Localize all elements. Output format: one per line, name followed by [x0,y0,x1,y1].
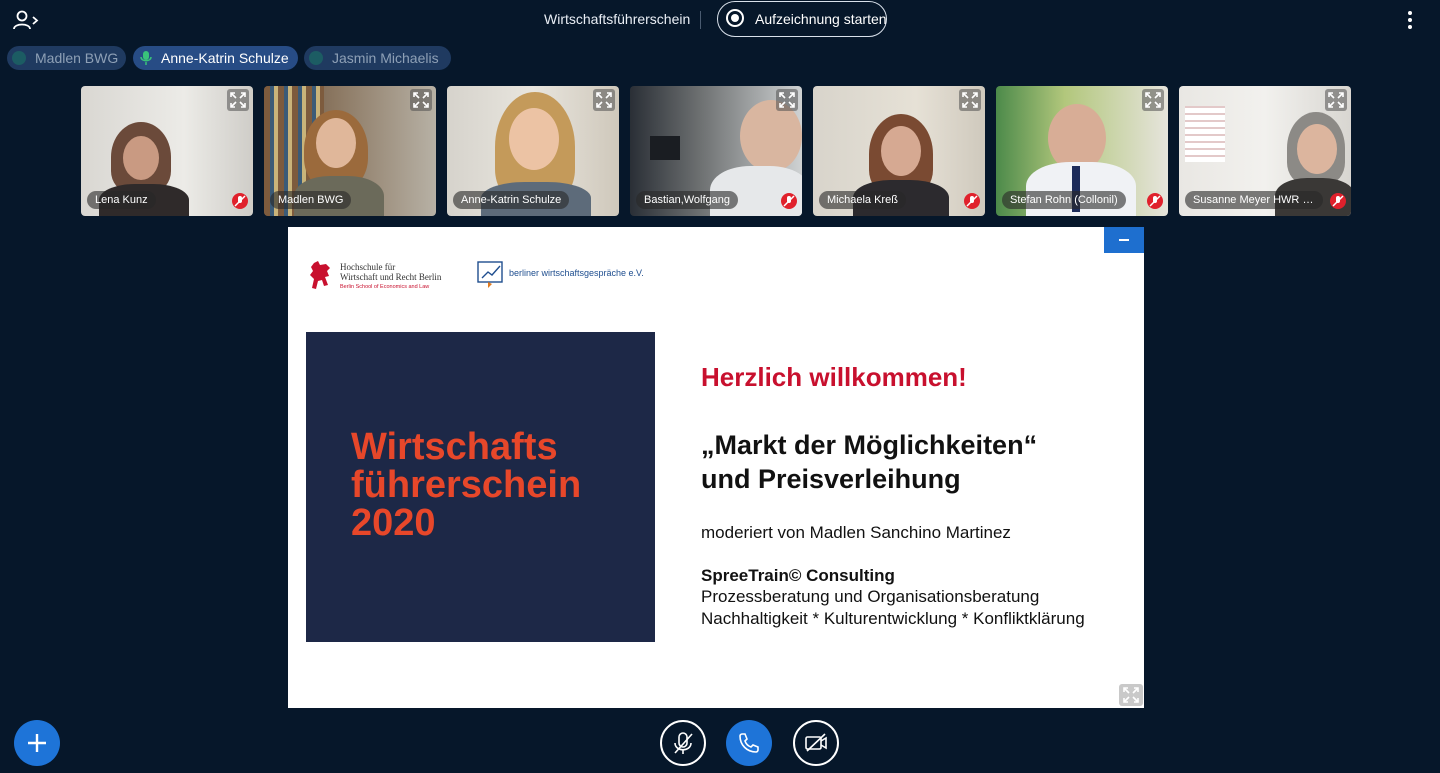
company-name: SpreeTrain© Consulting [701,566,895,585]
mic-muted-icon [1147,193,1163,209]
video-tile[interactable]: Bastian,Wolfgang [630,86,802,216]
presentation-fullscreen-button[interactable] [1119,684,1143,706]
fullscreen-button[interactable] [593,89,615,111]
bwg-emblem-icon [477,261,503,288]
phone-icon [739,733,759,753]
event-title: Wirtschafts führerschein 2020 [351,428,581,542]
hwr-logo: Hochschule für Wirtschaft und Recht Berl… [308,259,468,295]
hwr-logo-line: Wirtschaft und Recht Berlin [340,272,442,282]
options-menu-button[interactable] [1398,8,1422,32]
participant-name[interactable]: Madlen BWG [270,191,352,209]
camera-off-icon [805,733,827,752]
fullscreen-icon [596,92,612,108]
talker-name: Anne-Katrin Schulze [161,50,289,66]
slide-heading: „Markt der Möglichkeiten“ [701,430,1038,460]
mic-muted-icon [232,193,248,209]
moderator-text: moderiert von Madlen Sanchino Martinez [701,523,1011,542]
toggle-userlist-button[interactable] [12,8,40,32]
whiteboard [1185,106,1225,162]
participant-face [1297,124,1337,174]
participant-name[interactable]: Michaela Kreß [819,191,906,209]
users-icon [13,10,39,30]
event-title-line: führerschein [351,464,582,506]
participant-name[interactable]: Lena Kunz [87,191,156,209]
participant-face [509,108,559,170]
talker-name: Madlen BWG [35,50,119,66]
event-title-line: 2020 [351,502,436,544]
video-tile[interactable]: Madlen BWG [264,86,436,216]
presentation-slide: Hochschule für Wirtschaft und Recht Berl… [288,227,1144,708]
talker-chip[interactable]: Madlen BWG [7,46,126,70]
share-webcam-button[interactable] [793,720,839,766]
mic-muted-icon [781,193,797,209]
fullscreen-button[interactable] [1142,89,1164,111]
fullscreen-icon [413,92,429,108]
event-title-line: Wirtschafts [351,426,558,468]
fullscreen-button[interactable] [410,89,432,111]
video-tile[interactable]: Stefan Rohn (Collonil) [996,86,1168,216]
participant-face [123,136,159,180]
status-dot [309,51,323,65]
record-icon [726,9,744,27]
fullscreen-icon [1123,687,1139,703]
bwg-logo: berliner wirtschaftsgespräche e.V. [476,260,666,292]
plus-icon [28,734,46,752]
mic-muted-icon [1330,193,1346,209]
berlin-bear-icon [310,261,330,289]
bwg-logo-name: berliner wirtschaftsgespräche e.V. [509,268,644,278]
participant-name[interactable]: Stefan Rohn (Collonil) [1002,191,1126,209]
fullscreen-button[interactable] [227,89,249,111]
hwr-logo-line: Hochschule für [340,262,396,272]
event-title-box: Wirtschafts führerschein 2020 [306,332,655,642]
services-text: Nachhaltigkeit * Kulturentwicklung * Kon… [701,609,1085,628]
title-divider [700,11,701,29]
hwr-logo-line: Berlin School of Economics and Law [340,284,430,290]
fullscreen-button[interactable] [776,89,798,111]
actions-button[interactable] [14,720,60,766]
slide-heading: und Preisverleihung [701,464,961,494]
fullscreen-button[interactable] [1325,89,1347,111]
participant-face [316,118,356,168]
fullscreen-icon [1328,92,1344,108]
unmute-button[interactable] [660,720,706,766]
fullscreen-icon [1145,92,1161,108]
fullscreen-icon [962,92,978,108]
video-tile[interactable]: Lena Kunz [81,86,253,216]
welcome-heading: Herzlich willkommen! [701,362,967,392]
meeting-title: Wirtschaftsführerschein [544,11,691,27]
microphone-icon [140,51,152,65]
mic-muted-icon [964,193,980,209]
participant-name[interactable]: Bastian,Wolfgang [636,191,739,209]
fullscreen-button[interactable] [959,89,981,111]
mic-muted-icon [674,732,693,754]
talker-name: Jasmin Michaelis [332,50,439,66]
services-text: Prozessberatung und Organisationsberatun… [701,587,1040,606]
video-tile[interactable]: Michaela Kreß [813,86,985,216]
more-vertical-icon [1408,11,1412,29]
participant-face [881,126,921,176]
participant-name[interactable]: Susanne Meyer HWR B... [1185,191,1323,209]
fullscreen-icon [779,92,795,108]
leave-audio-button[interactable] [726,720,772,766]
top-bar: Wirtschaftsführerschein Aufzeichnung sta… [0,0,1440,40]
participant-name[interactable]: Anne-Katrin Schulze [453,191,570,209]
fullscreen-icon [230,92,246,108]
start-recording-button[interactable]: Aufzeichnung starten [717,1,887,37]
video-tile[interactable]: Anne-Katrin Schulze [447,86,619,216]
status-dot [12,51,26,65]
record-label: Aufzeichnung starten [755,11,887,27]
talker-chip[interactable]: Jasmin Michaelis [304,46,451,70]
minimize-presentation-button[interactable] [1104,227,1144,253]
video-tile[interactable]: Susanne Meyer HWR B... [1179,86,1351,216]
talker-chip[interactable]: Anne-Katrin Schulze [133,46,298,70]
background-object [650,136,680,160]
